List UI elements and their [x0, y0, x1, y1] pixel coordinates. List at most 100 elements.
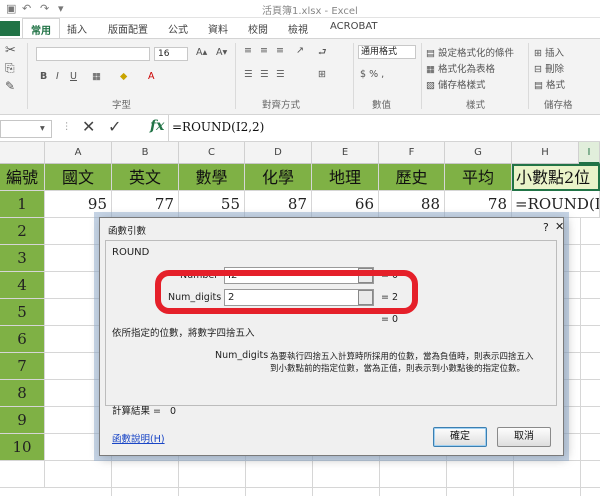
- id-cell-7[interactable]: 7: [0, 353, 45, 380]
- insert-function-icon[interactable]: fx: [150, 118, 164, 134]
- formula-input[interactable]: =ROUND(I2,2): [172, 120, 264, 134]
- id-cell-4[interactable]: 4: [0, 272, 45, 299]
- border-icon[interactable]: ▦: [92, 71, 101, 82]
- align-top-icon[interactable]: ≡: [244, 45, 252, 56]
- ribbon-tabs: 常用 插入 版面配置 公式 資料 校閱 檢視 ACROBAT: [0, 18, 600, 39]
- insert-cells-label: 插入: [544, 48, 564, 59]
- font-size-box[interactable]: 16: [154, 47, 188, 61]
- id-cell-8[interactable]: 8: [0, 380, 45, 407]
- tab-view[interactable]: 檢視: [288, 21, 308, 36]
- conditional-format-button[interactable]: ▤ 設定格式化的條件: [426, 45, 514, 59]
- cancel-button[interactable]: 取消: [497, 427, 551, 447]
- id-cell-6[interactable]: 6: [0, 326, 45, 353]
- header-cell-id[interactable]: 編號: [0, 164, 45, 191]
- insert-cells-button[interactable]: ⊞ 插入: [534, 45, 564, 59]
- format-painter-icon[interactable]: ✎: [5, 79, 15, 93]
- header-cell-chemistry[interactable]: 化學: [245, 164, 312, 191]
- id-cell-1[interactable]: 1: [0, 191, 45, 218]
- column-header-h[interactable]: H: [512, 142, 579, 164]
- header-cell-math[interactable]: 數學: [179, 164, 245, 191]
- active-cell-i1[interactable]: =ROUND(I2,2): [512, 191, 600, 218]
- tab-data[interactable]: 資料: [208, 21, 228, 36]
- column-header-f[interactable]: F: [379, 142, 445, 164]
- font-group-label: 字型: [112, 100, 132, 111]
- format-table-button[interactable]: ▦ 格式化為表格: [426, 61, 495, 75]
- function-help-link[interactable]: 函數說明(H): [112, 431, 165, 445]
- function-arguments-dialog: 函數引數 ? ✕ ROUND Number I2 = 0 Num_digits …: [99, 217, 564, 456]
- tab-insert[interactable]: 插入: [67, 21, 87, 36]
- ok-button[interactable]: 確定: [433, 427, 487, 447]
- tab-page-layout[interactable]: 版面配置: [108, 21, 148, 36]
- column-header-g[interactable]: G: [445, 142, 512, 164]
- delete-cells-label: 刪除: [544, 64, 564, 75]
- tab-review[interactable]: 校閱: [248, 21, 268, 36]
- align-right-icon[interactable]: ☰: [276, 69, 285, 80]
- quick-access-dropdown-icon[interactable]: ▾: [58, 2, 64, 15]
- delete-cells-button[interactable]: ⊟ 刪除: [534, 61, 564, 75]
- header-cell-geography[interactable]: 地理: [312, 164, 379, 191]
- merge-center-icon[interactable]: ⊞: [318, 69, 326, 80]
- column-header-d[interactable]: D: [245, 142, 312, 164]
- id-cell-5[interactable]: 5: [0, 299, 45, 326]
- tab-formulas[interactable]: 公式: [168, 21, 188, 36]
- header-cell-chinese[interactable]: 國文: [45, 164, 112, 191]
- data-cell-e1[interactable]: 87: [245, 191, 312, 218]
- header-cell-two-decimals[interactable]: 小數點2位: [512, 164, 600, 191]
- arg-help-label: Num_digits: [215, 350, 269, 361]
- empty-cell[interactable]: [0, 461, 45, 488]
- column-header-e[interactable]: E: [312, 142, 379, 164]
- cut-icon[interactable]: ✂: [5, 43, 16, 58]
- close-icon[interactable]: ✕: [555, 220, 564, 233]
- title-bar: ▣ ↶ ↷ ▾ 活頁簿1.xlsx - Excel: [0, 0, 600, 18]
- formula-result-preview: = 0: [381, 314, 399, 325]
- cell-styles-button[interactable]: ▧ 儲存格樣式: [426, 77, 486, 91]
- id-cell-10[interactable]: 10: [0, 434, 45, 461]
- bold-icon[interactable]: B: [40, 71, 47, 82]
- align-middle-icon[interactable]: ≡: [260, 45, 268, 56]
- align-center-icon[interactable]: ☰: [260, 69, 269, 80]
- name-box-dropdown-icon[interactable]: ▾: [40, 123, 45, 134]
- function-description: 依所指定的位數，將數字四捨五入: [112, 328, 255, 339]
- help-icon[interactable]: ?: [543, 221, 549, 234]
- undo-icon[interactable]: ↶: [22, 2, 31, 15]
- fill-color-icon[interactable]: ◆: [120, 71, 127, 82]
- cancel-icon[interactable]: ✕: [82, 117, 95, 136]
- align-left-icon[interactable]: ☰: [244, 69, 253, 80]
- column-header-b[interactable]: B: [112, 142, 179, 164]
- italic-icon[interactable]: I: [56, 71, 59, 82]
- enter-icon[interactable]: ✓: [108, 117, 121, 136]
- font-name-box[interactable]: [36, 47, 150, 61]
- data-cell-h1[interactable]: 78: [445, 191, 512, 218]
- data-cell-d1[interactable]: 55: [179, 191, 245, 218]
- tab-home[interactable]: 常用: [22, 18, 60, 39]
- id-cell-3[interactable]: 3: [0, 245, 45, 272]
- currency-icon[interactable]: $ % ,: [360, 69, 384, 80]
- tab-acrobat[interactable]: ACROBAT: [330, 21, 378, 32]
- id-cell-9[interactable]: 9: [0, 407, 45, 434]
- data-cell-c1[interactable]: 77: [112, 191, 179, 218]
- font-color-icon[interactable]: A: [148, 71, 155, 82]
- header-cell-average[interactable]: 平均: [445, 164, 512, 191]
- data-cell-g1[interactable]: 88: [379, 191, 445, 218]
- data-cell-f1[interactable]: 66: [312, 191, 379, 218]
- wrap-text-icon[interactable]: ⮐: [318, 45, 327, 61]
- orientation-icon[interactable]: ↗: [296, 45, 304, 56]
- redo-icon[interactable]: ↷: [40, 2, 49, 15]
- column-header-i[interactable]: I: [579, 142, 600, 164]
- format-cells-button[interactable]: ▤ 格式: [534, 77, 565, 91]
- underline-icon[interactable]: U: [70, 71, 77, 82]
- id-cell-2[interactable]: 2: [0, 218, 45, 245]
- data-cell-b1[interactable]: 95: [45, 191, 112, 218]
- column-header-c[interactable]: C: [179, 142, 245, 164]
- alignment-group-label: 對齊方式: [262, 100, 301, 111]
- copy-icon[interactable]: ⎘: [5, 61, 15, 76]
- header-cell-history[interactable]: 歷史: [379, 164, 445, 191]
- column-header-a[interactable]: A: [45, 142, 112, 164]
- decrease-font-icon[interactable]: A▾: [216, 47, 227, 58]
- header-cell-english[interactable]: 英文: [112, 164, 179, 191]
- align-bottom-icon[interactable]: ≡: [276, 45, 284, 56]
- number-format-box[interactable]: 通用格式: [358, 45, 416, 59]
- file-tab[interactable]: [0, 21, 20, 36]
- select-all-corner[interactable]: [0, 142, 45, 164]
- increase-font-icon[interactable]: A▴: [196, 47, 207, 58]
